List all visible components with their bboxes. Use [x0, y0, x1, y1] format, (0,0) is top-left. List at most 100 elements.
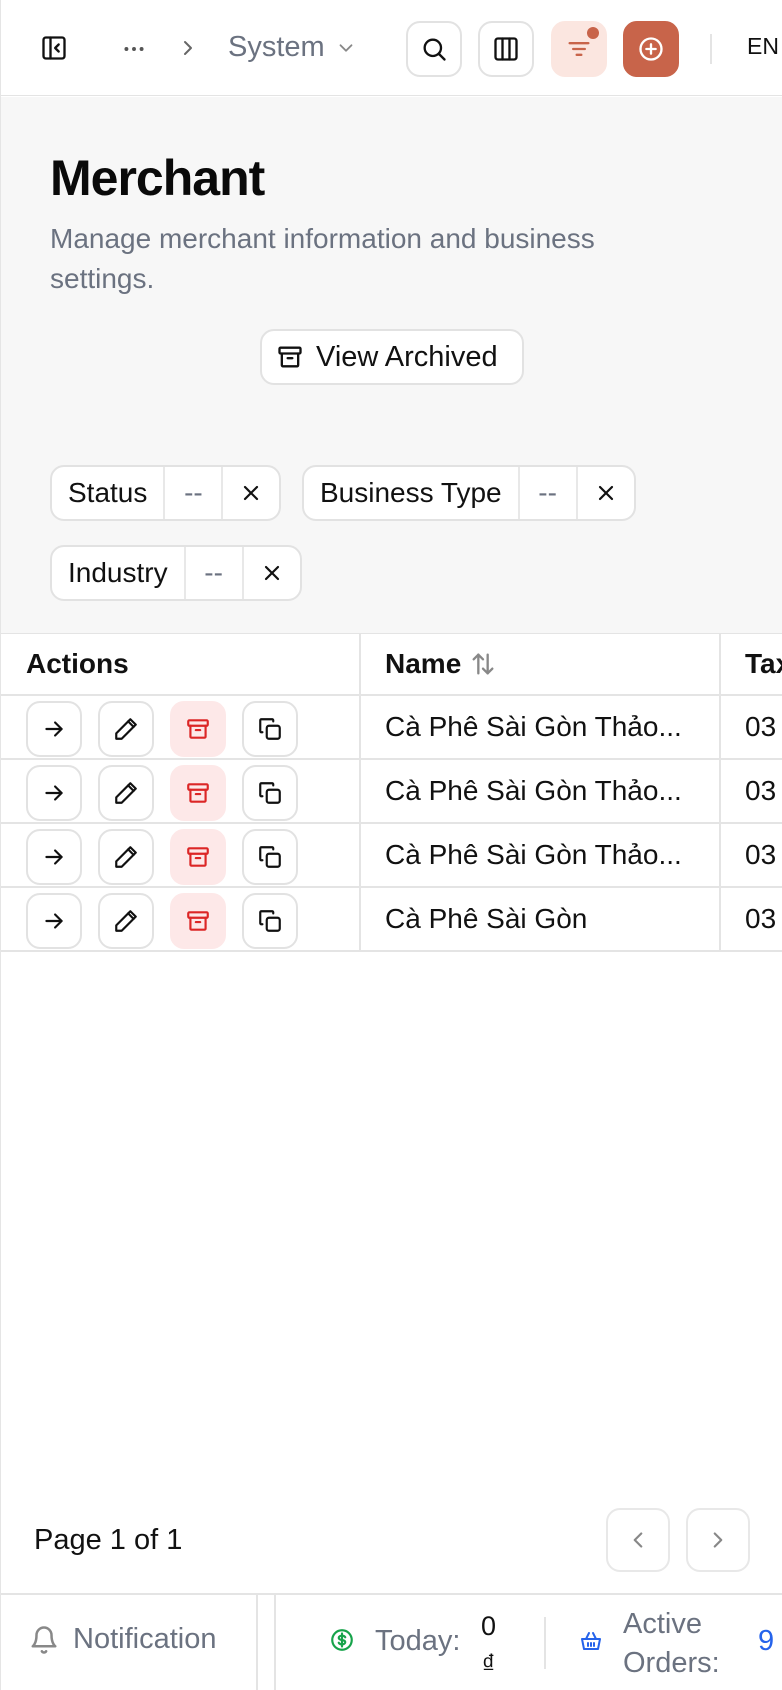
active-orders-count[interactable]: 9: [758, 1625, 774, 1658]
archive-icon: [187, 847, 209, 867]
merchant-tax: 03: [745, 775, 777, 806]
dollar-circle-icon: [329, 1627, 355, 1653]
chevron-left-icon: [633, 1532, 643, 1548]
view-archived-label: View Archived: [316, 340, 498, 373]
filter-icon: [568, 42, 590, 56]
copy-icon: [259, 718, 281, 740]
sort-icon: [472, 653, 494, 675]
edit-button[interactable]: [98, 765, 154, 821]
copy-icon: [259, 910, 281, 932]
notification-button[interactable]: Notification: [29, 1623, 216, 1656]
merchant-tax: 03: [745, 839, 777, 870]
archive-button[interactable]: [170, 829, 226, 885]
bottom-divider: [256, 1595, 258, 1690]
archive-icon: [187, 719, 209, 739]
close-icon: [244, 485, 259, 501]
filter-chip-value[interactable]: --: [520, 467, 578, 519]
duplicate-button[interactable]: [242, 893, 298, 949]
breadcrumb-system-dropdown[interactable]: System: [228, 31, 357, 64]
archive-icon: [187, 783, 209, 803]
add-button[interactable]: [623, 21, 679, 77]
duplicate-button[interactable]: [242, 701, 298, 757]
arrow-right-icon: [45, 913, 63, 929]
column-header-tax: Tax: [745, 648, 782, 679]
bell-icon: [31, 1625, 57, 1654]
merchant-name: Cà Phê Sài Gòn Thảo...: [385, 711, 682, 742]
view-details-button[interactable]: [26, 893, 82, 949]
table-row: Cà Phê Sài Gòn Thảo... 03: [1, 696, 782, 760]
close-icon: [598, 485, 613, 501]
today-amount: 0: [481, 1611, 497, 1641]
filter-active-dot: [587, 27, 599, 39]
filter-chip-label: Industry: [52, 547, 186, 599]
column-header-actions: Actions: [26, 648, 129, 679]
column-header-name-sortable[interactable]: Name: [361, 634, 721, 694]
columns-button[interactable]: [478, 21, 534, 77]
archive-button[interactable]: [170, 893, 226, 949]
close-icon: [264, 565, 279, 581]
search-button[interactable]: [406, 21, 462, 77]
plus-circle-icon: [639, 37, 663, 61]
view-archived-button[interactable]: View Archived: [260, 329, 524, 385]
page-subtitle: Manage merchant information and business…: [50, 223, 595, 294]
table-row: Cà Phê Sài Gòn 03: [1, 888, 782, 952]
column-header-name: Name: [385, 648, 462, 679]
filter-chip-status[interactable]: Status --: [50, 465, 282, 521]
edit-button[interactable]: [98, 829, 154, 885]
archive-icon: [278, 346, 302, 368]
view-details-button[interactable]: [26, 765, 82, 821]
bottom-status-bar: Notification Today: 0 ₫ Active Orders: 9: [1, 1593, 782, 1690]
copy-icon: [259, 846, 281, 868]
merchant-tax: 03: [745, 903, 777, 934]
basket-icon: [579, 1629, 603, 1653]
clear-filter-button[interactable]: [223, 467, 279, 519]
view-details-button[interactable]: [26, 701, 82, 757]
filter-chip-value[interactable]: --: [186, 547, 244, 599]
clear-filter-button[interactable]: [578, 467, 634, 519]
duplicate-button[interactable]: [242, 829, 298, 885]
merchant-table: Actions Name Tax: [1, 634, 782, 952]
notification-label: Notification: [73, 1623, 217, 1655]
columns-icon: [494, 37, 518, 61]
copy-icon: [259, 782, 281, 804]
edit-button[interactable]: [98, 893, 154, 949]
chevron-down-icon: [339, 43, 353, 52]
today-currency: ₫: [481, 1649, 496, 1679]
table-row: Cà Phê Sài Gòn Thảo... 03: [1, 824, 782, 888]
pencil-icon: [115, 910, 137, 932]
merchant-name: Cà Phê Sài Gòn: [385, 903, 588, 934]
archive-button[interactable]: [170, 765, 226, 821]
sidebar-toggle-icon[interactable]: [39, 33, 69, 63]
pencil-icon: [115, 718, 137, 740]
duplicate-button[interactable]: [242, 765, 298, 821]
merchant-name: Cà Phê Sài Gòn Thảo...: [385, 839, 682, 870]
filter-chip-industry[interactable]: Industry --: [50, 545, 302, 601]
page: System EN Merchant Manage merchant infor…: [0, 0, 782, 1690]
pencil-icon: [115, 782, 137, 804]
filter-chip-business-type[interactable]: Business Type --: [302, 465, 636, 521]
next-page-button[interactable]: [686, 1508, 750, 1572]
active-orders-label: Active Orders:: [623, 1605, 720, 1683]
pencil-icon: [115, 846, 137, 868]
clear-filter-button[interactable]: [244, 547, 300, 599]
filter-chip-label: Status: [52, 467, 166, 519]
merchant-tax: 03: [745, 711, 777, 742]
archive-button[interactable]: [170, 701, 226, 757]
edit-button[interactable]: [98, 701, 154, 757]
bottom-divider: [544, 1617, 546, 1669]
topbar-divider: [710, 34, 712, 64]
filter-button[interactable]: [551, 21, 607, 77]
view-details-button[interactable]: [26, 829, 82, 885]
page-title: Merchant: [50, 150, 265, 206]
chevron-right-icon: [713, 1532, 723, 1548]
table-header-row: Actions Name Tax: [1, 634, 782, 696]
table-row: Cà Phê Sài Gòn Thảo... 03: [1, 760, 782, 824]
arrow-right-icon: [45, 721, 63, 737]
previous-page-button[interactable]: [606, 1508, 670, 1572]
page-header: Merchant Manage merchant information and…: [1, 97, 782, 634]
language-switcher[interactable]: EN: [747, 33, 779, 60]
today-label: Today:: [375, 1625, 461, 1657]
filter-chip-value[interactable]: --: [165, 467, 224, 519]
more-horizontal-icon[interactable]: [119, 34, 149, 64]
archive-icon: [187, 911, 209, 931]
